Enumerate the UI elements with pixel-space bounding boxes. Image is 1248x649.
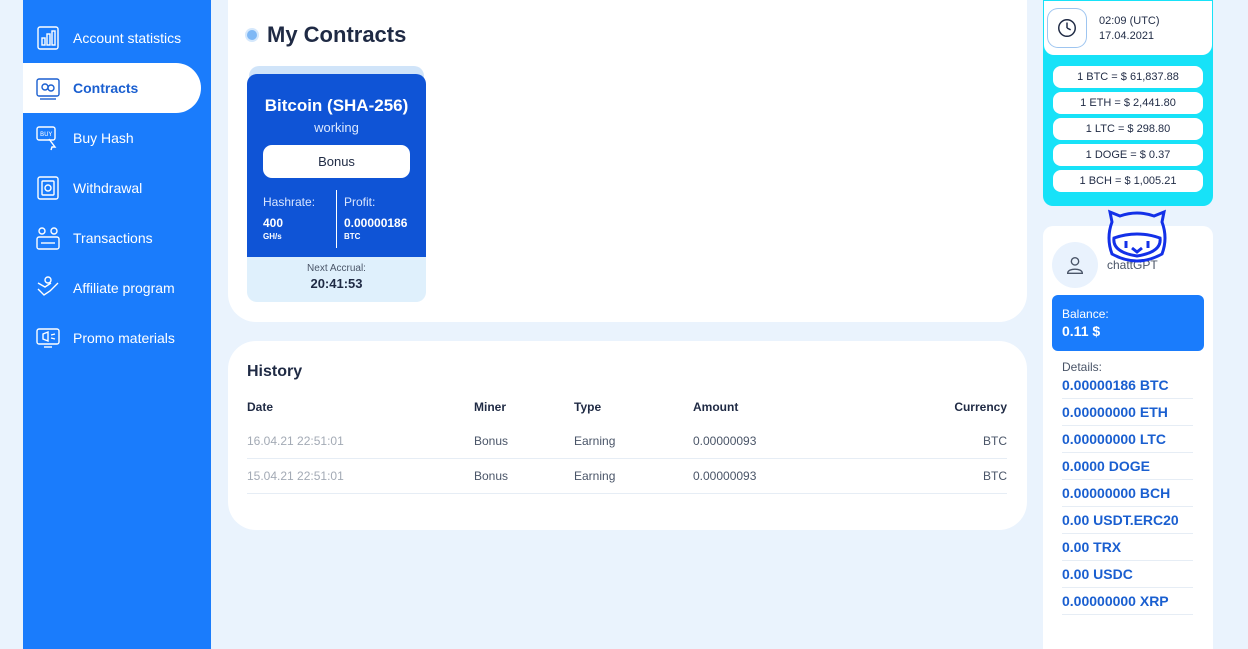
mascot-icon [1107,209,1167,263]
profit-label: Profit: [344,195,376,209]
detail-usdt: 0.00 USDT.ERC20 [1062,507,1193,534]
row-date: 15.04.21 22:51:01 [247,469,344,483]
svg-text:BUY: BUY [40,131,53,138]
clock-box: 02:09 (UTC) 17.04.2021 [1044,1,1212,55]
detail-btc: 0.00000186 BTC [1062,372,1193,399]
title-dot-icon [247,30,257,40]
column-header-date: Date [247,400,274,414]
row-amount: 0.00000093 [693,434,757,448]
rate-ltc: 1 LTC = $ 298.80 [1053,118,1203,140]
rate-btc: 1 BTC = $ 61,837.88 [1053,66,1203,88]
detail-eth: 0.00000000 ETH [1062,399,1193,426]
detail-xrp: 0.00000000 XRP [1062,588,1193,615]
buy-icon: BUY [35,125,61,151]
row-currency: BTC [983,469,1007,483]
profit-unit: BTC [344,232,361,241]
column-header-amount: Amount [693,400,739,414]
detail-trx: 0.00 TRX [1062,534,1193,561]
hashrate-label: Hashrate: [263,195,316,209]
clock-date: 17.04.2021 [1099,30,1155,42]
miner-card: Bitcoin (SHA-256) working Bonus Hashrate… [247,74,426,258]
rates-panel: 02:09 (UTC) 17.04.2021 1 BTC = $ 61,837.… [1043,0,1213,206]
sidebar-item-label: Contracts [73,80,139,96]
sidebar-item-account-statistics[interactable]: Account statistics [23,13,201,63]
accrual-timer: 20:41:53 [310,276,363,291]
sidebar-item-transactions[interactable]: Transactions [23,213,201,263]
user-icon [1066,256,1084,274]
balance-label: Balance: [1062,307,1109,321]
sidebar-item-label: Account statistics [73,30,182,46]
sidebar: Account statistics Contracts BUY Buy Has… [23,0,211,649]
sidebar-item-affiliate-program[interactable]: Affiliate program [23,263,201,313]
affiliate-icon [35,275,61,301]
contracts-panel: My Contracts Bitcoin (SHA-256) working B… [228,0,1027,322]
miner-status: working [314,120,359,135]
avatar[interactable] [1052,242,1098,288]
clock-time: 02:09 (UTC) [1099,15,1160,27]
page-title: My Contracts [247,22,406,48]
table-row: 16.04.21 22:51:01 Bonus Earning 0.000000… [247,424,1007,459]
miner-name: Bitcoin (SHA-256) [264,96,409,115]
column-header-type: Type [574,400,602,414]
promo-icon [35,325,61,351]
rate-bch: 1 BCH = $ 1,005.21 [1053,170,1203,192]
bonus-button[interactable]: Bonus [263,145,410,178]
miner-contract: Bitcoin (SHA-256) working Bonus Hashrate… [247,66,426,302]
sidebar-item-label: Withdrawal [73,180,143,196]
rate-eth: 1 ETH = $ 2,441.80 [1053,92,1203,114]
detail-ltc: 0.00000000 LTC [1062,426,1193,453]
hashrate-value: 400 [263,216,284,230]
detail-doge: 0.0000 DOGE [1062,453,1193,480]
hashrate-unit: GH/s [263,232,282,241]
sidebar-item-label: Promo materials [73,330,175,346]
column-header-currency: Currency [954,400,1007,414]
sidebar-item-buy-hash[interactable]: BUY Buy Hash [23,113,201,163]
sidebar-item-contracts[interactable]: Contracts [23,63,201,113]
sidebar-item-label: Transactions [73,230,153,246]
row-date: 16.04.21 22:51:01 [247,434,344,448]
column-header-miner: Miner [474,400,507,414]
history-panel: History Date Miner Type Amount Currency … [228,341,1027,530]
row-miner: Bonus [474,469,509,483]
rate-doge: 1 DOGE = $ 0.37 [1053,144,1203,166]
withdrawal-icon [35,175,61,201]
row-miner: Bonus [474,434,509,448]
sidebar-item-label: Buy Hash [73,130,134,146]
stats-icon [35,25,61,51]
detail-bch: 0.00000000 BCH [1062,480,1193,507]
balance-value: 0.11 $ [1062,323,1101,339]
history-title: History [247,363,303,380]
row-type: Earning [574,434,616,448]
balance-box: Balance: 0.11 $ [1052,295,1204,351]
sidebar-item-label: Affiliate program [73,280,175,296]
detail-usdc: 0.00 USDC [1062,561,1193,588]
next-accrual: Next Accrual: 20:41:53 [247,257,426,302]
sidebar-item-withdrawal[interactable]: Withdrawal [23,163,201,213]
sidebar-item-promo-materials[interactable]: Promo materials [23,313,201,363]
table-row: 15.04.21 22:51:01 Bonus Earning 0.000000… [247,459,1007,494]
miner-divider [336,190,337,248]
row-amount: 0.00000093 [693,469,757,483]
accrual-label: Next Accrual: [307,263,366,274]
contracts-icon [35,75,61,101]
clock-icon [1048,9,1086,47]
row-currency: BTC [983,434,1007,448]
transactions-icon [35,225,61,251]
profit-value: 0.00000186 [344,216,408,230]
account-panel: chattGPT Balance: 0.11 $ Details: 0.0000… [1043,226,1213,649]
row-type: Earning [574,469,616,483]
